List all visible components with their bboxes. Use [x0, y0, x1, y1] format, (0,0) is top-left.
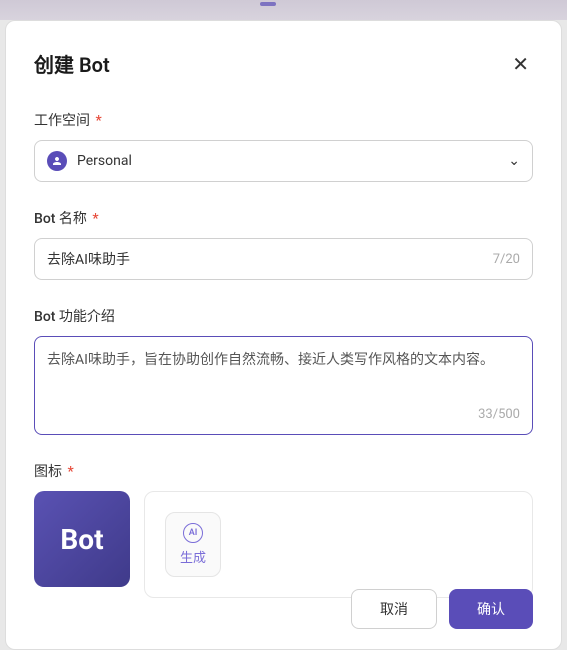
- user-icon: [47, 151, 67, 171]
- bot-name-label: Bot 名称 *: [34, 208, 533, 228]
- bot-desc-label: Bot 功能介绍: [34, 306, 533, 326]
- workspace-label-text: 工作空间: [34, 113, 90, 129]
- required-marker: *: [92, 211, 98, 227]
- ai-icon: AI: [183, 523, 203, 543]
- bot-desc-textarea[interactable]: 去除AI味助手，旨在协助创作自然流畅、接近人类写作风格的文本内容。: [47, 349, 520, 397]
- create-bot-modal: 创建 Bot ✕ 工作空间 * Personal ⌄ Bot 名称 * 去除AI…: [5, 20, 562, 650]
- workspace-label: 工作空间 *: [34, 110, 533, 130]
- workspace-select[interactable]: Personal ⌄: [34, 140, 533, 182]
- bot-desc-group: Bot 功能介绍 去除AI味助手，旨在协助创作自然流畅、接近人类写作风格的文本内…: [34, 306, 533, 435]
- workspace-value: Personal: [77, 153, 498, 169]
- modal-title: 创建 Bot: [34, 49, 110, 78]
- close-button[interactable]: ✕: [508, 50, 533, 78]
- cancel-button[interactable]: 取消: [351, 589, 437, 629]
- chevron-down-icon: ⌄: [508, 153, 520, 169]
- icon-section: Bot AI 生成: [34, 491, 533, 598]
- modal-footer: 取消 确认: [351, 589, 533, 629]
- bot-name-count: 7/20: [493, 252, 520, 267]
- bot-desc-count: 33/500: [47, 407, 520, 422]
- bot-icon-preview[interactable]: Bot: [34, 491, 130, 587]
- background-badge: [260, 2, 276, 6]
- bot-name-input[interactable]: 去除AI味助手: [47, 249, 493, 269]
- required-marker: *: [95, 113, 101, 129]
- confirm-button[interactable]: 确认: [449, 589, 533, 629]
- workspace-group: 工作空间 * Personal ⌄: [34, 110, 533, 182]
- bot-name-input-wrap[interactable]: 去除AI味助手 7/20: [34, 238, 533, 280]
- required-marker: *: [67, 464, 73, 480]
- icon-label-text: 图标: [34, 464, 62, 480]
- bot-name-label-text: Bot 名称: [34, 211, 87, 227]
- generate-label: 生成: [180, 547, 206, 566]
- generate-button[interactable]: AI 生成: [165, 512, 221, 577]
- generate-box: AI 生成: [144, 491, 533, 598]
- icon-label: 图标 *: [34, 461, 533, 481]
- modal-header: 创建 Bot ✕: [34, 49, 533, 78]
- bot-desc-textarea-wrap[interactable]: 去除AI味助手，旨在协助创作自然流畅、接近人类写作风格的文本内容。 33/500: [34, 336, 533, 435]
- bot-name-group: Bot 名称 * 去除AI味助手 7/20: [34, 208, 533, 280]
- icon-group: 图标 * Bot AI 生成: [34, 461, 533, 598]
